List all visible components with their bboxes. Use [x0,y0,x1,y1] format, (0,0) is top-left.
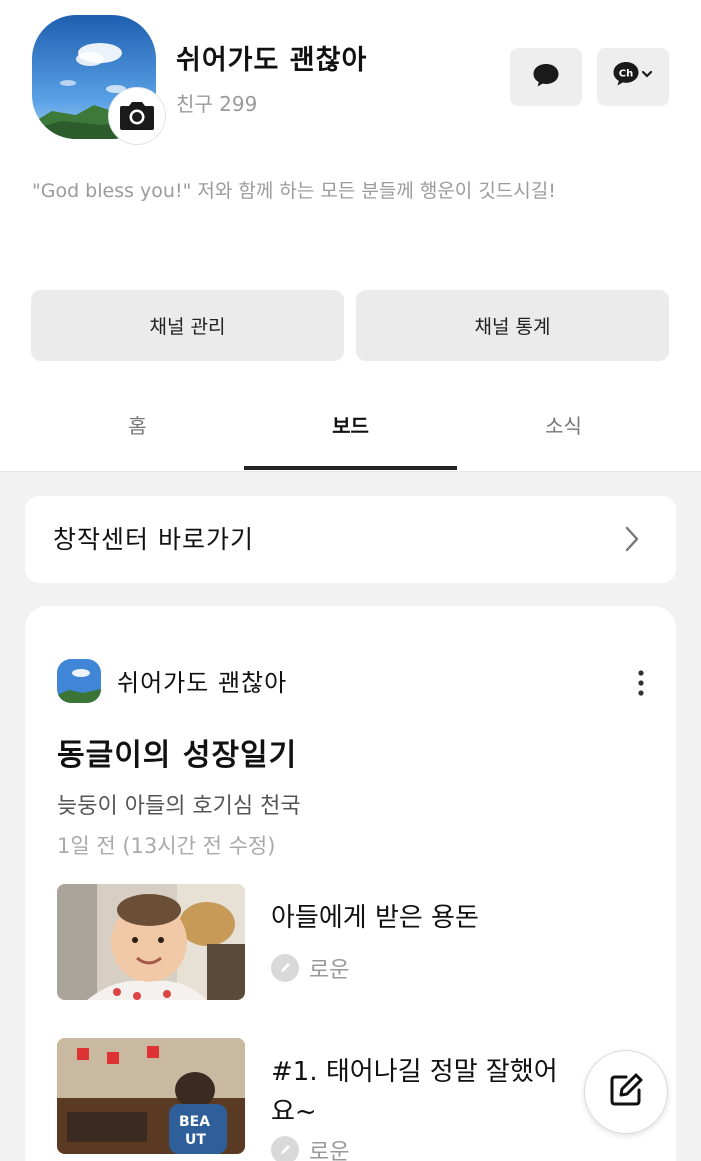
camera-icon[interactable] [108,87,166,145]
post-subtitle: 늦둥이 아들의 호기심 천국 [57,794,301,819]
profile-avatar[interactable] [32,15,166,145]
channel-stats-button[interactable]: 채널 통계 [356,290,669,361]
item-title: #1. 태어나길 정말 잘했어요~ [271,1057,558,1127]
active-tab-indicator [244,466,457,470]
list-item[interactable]: BEA UT #1. 태어나길 정말 잘했어요~ 로운 [57,1038,657,1161]
more-options-icon[interactable] [631,668,651,698]
item-thumbnail: BEA UT [57,1038,245,1154]
creator-center-link[interactable]: 창작센터 바로가기 [25,496,676,583]
post-author-name[interactable]: 쉬어가도 괜찮아 [117,663,287,698]
edit-icon [606,1070,646,1114]
chat-button[interactable] [510,48,582,106]
post-author-avatar[interactable] [57,659,101,703]
item-author: 로운 [271,1134,349,1161]
manage-channel-button[interactable]: 채널 관리 [31,290,344,361]
item-thumbnail [57,884,245,1000]
item-author-name: 로운 [309,1140,350,1161]
post-timestamp: 1일 전 (13시간 전 수정) [57,834,276,858]
svg-text:BEA: BEA [179,1114,210,1130]
svg-text:UT: UT [185,1132,206,1148]
pen-icon [271,1136,299,1161]
chat-bubble-icon [532,62,560,92]
status-message: "God bless you!" 저와 함께 하는 모든 분들께 행운이 깃드시… [32,180,556,202]
friend-count: 친구 299 [176,92,258,116]
channel-name: 쉬어가도 괜찮아 [176,45,368,76]
post-card: 쉬어가도 괜찮아 동글이의 성장일기 늦둥이 아들의 호기심 천국 1일 전 (… [25,606,676,1161]
write-post-button[interactable] [584,1050,668,1134]
item-author: 로운 [271,952,349,984]
channel-menu-button[interactable]: Ch [597,48,669,106]
pen-icon [271,954,299,982]
channel-icon: Ch [611,60,655,94]
chevron-right-icon [624,526,640,556]
creator-center-label: 창작센터 바로가기 [53,525,254,554]
tab-news[interactable]: 소식 [457,392,670,470]
list-item[interactable]: 아들에게 받은 용돈 로운 [57,884,657,1004]
tab-bar: 홈 보드 소식 [0,392,701,472]
tab-home[interactable]: 홈 [31,392,244,470]
post-title[interactable]: 동글이의 성장일기 [57,730,297,774]
tab-board[interactable]: 보드 [244,392,457,470]
svg-text:Ch: Ch [619,69,633,80]
item-author-name: 로운 [309,958,350,983]
item-title: 아들에게 받은 용돈 [271,903,479,933]
